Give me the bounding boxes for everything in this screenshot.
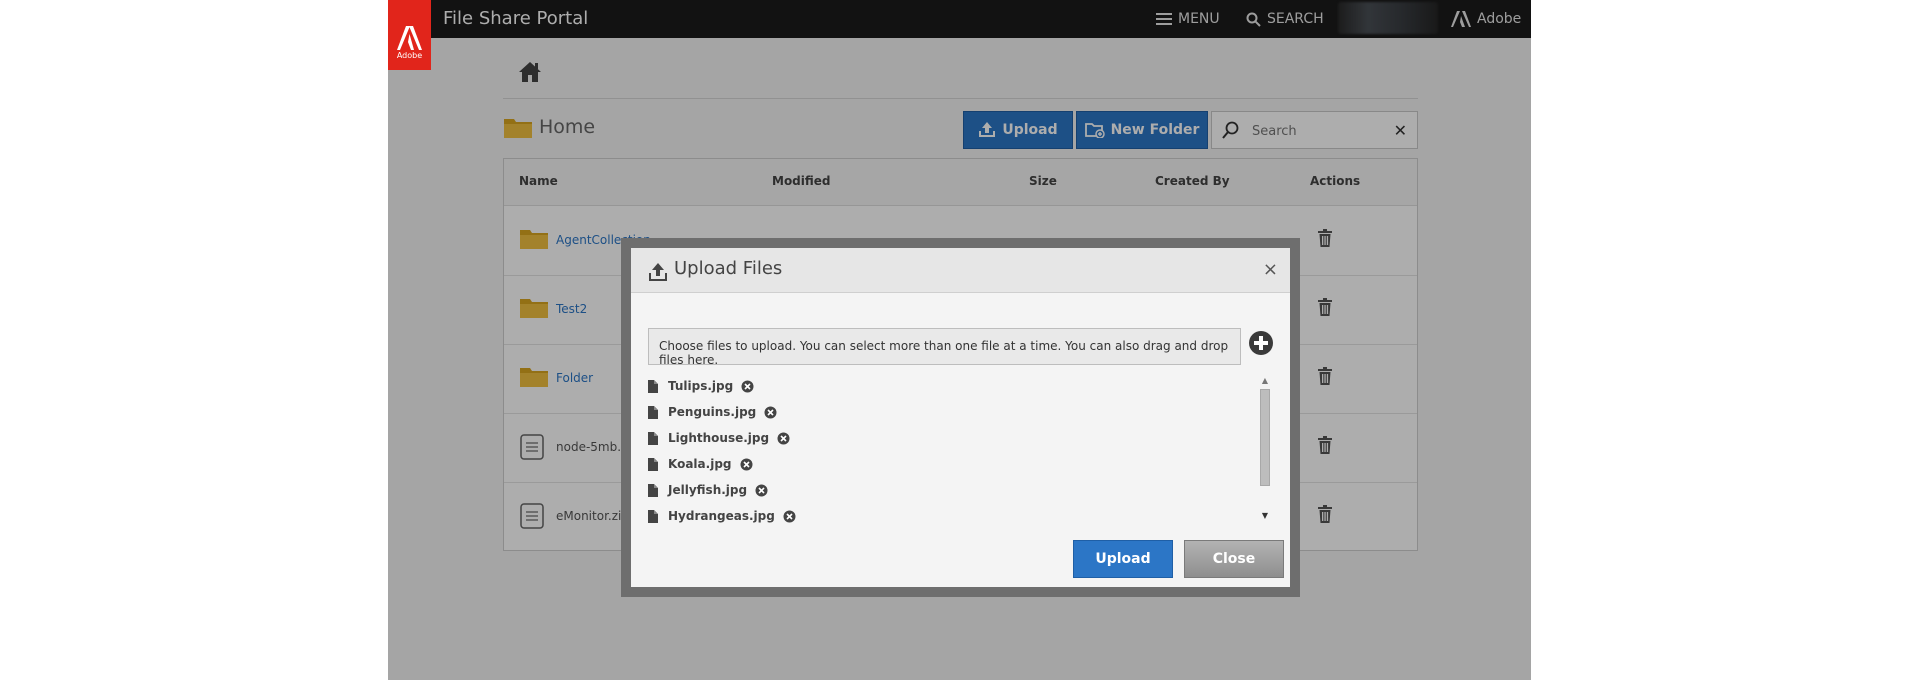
list-item: Tulips.jpg [648,376,754,396]
dialog-close-icon[interactable]: × [1263,259,1278,280]
remove-circle-icon[interactable] [783,510,796,523]
adobe-brand-tab[interactable]: Adobe [388,0,431,70]
remove-circle-icon[interactable] [777,432,790,445]
scroll-up-icon[interactable]: ▲ [1259,376,1271,386]
file-icon [648,457,658,471]
file-icon [648,405,658,419]
dialog-upload-button[interactable]: Upload [1073,540,1173,578]
dialog-title: Upload Files [674,258,783,279]
selected-files-list: Tulips.jpg Penguins.jpg Lighthouse.jpg K… [648,376,1138,526]
remove-circle-icon[interactable] [741,380,754,393]
file-dropzone[interactable]: Choose files to upload. You can select m… [648,328,1241,367]
app-window: File Share Portal MENU SEARCH Adobe Adob… [388,0,1531,680]
upload-dialog-frame: Upload Files × Choose files to upload. Y… [621,238,1300,597]
file-list-scrollbar[interactable]: ▲ ▼ [1259,376,1271,521]
list-item: Hydrangeas.jpg [648,506,796,526]
upload-dialog: Upload Files × Choose files to upload. Y… [631,248,1290,587]
list-item: Penguins.jpg [648,402,777,422]
dialog-header: Upload Files × [631,248,1290,293]
adobe-logo-icon [397,26,422,50]
file-name: Lighthouse.jpg [668,431,770,445]
list-item: Jellyfish.jpg [648,480,768,500]
file-icon [648,379,658,393]
scroll-down-icon[interactable]: ▼ [1259,511,1271,521]
file-icon [648,431,658,445]
file-icon [648,509,658,523]
file-name: Koala.jpg [668,457,732,471]
adobe-tab-label: Adobe [396,51,423,60]
file-name: Hydrangeas.jpg [668,509,775,523]
dialog-close-button[interactable]: Close [1184,540,1284,578]
list-item: Lighthouse.jpg [648,428,790,448]
file-icon [648,483,658,497]
file-name: Penguins.jpg [668,405,757,419]
add-circle-icon[interactable] [1248,330,1274,356]
upload-icon [649,263,667,281]
file-name: Jellyfish.jpg [668,483,748,497]
remove-circle-icon[interactable] [764,406,777,419]
remove-circle-icon[interactable] [755,484,768,497]
scroll-thumb[interactable] [1260,389,1270,486]
remove-circle-icon[interactable] [740,458,753,471]
list-item: Koala.jpg [648,454,753,474]
file-name: Tulips.jpg [668,379,734,393]
